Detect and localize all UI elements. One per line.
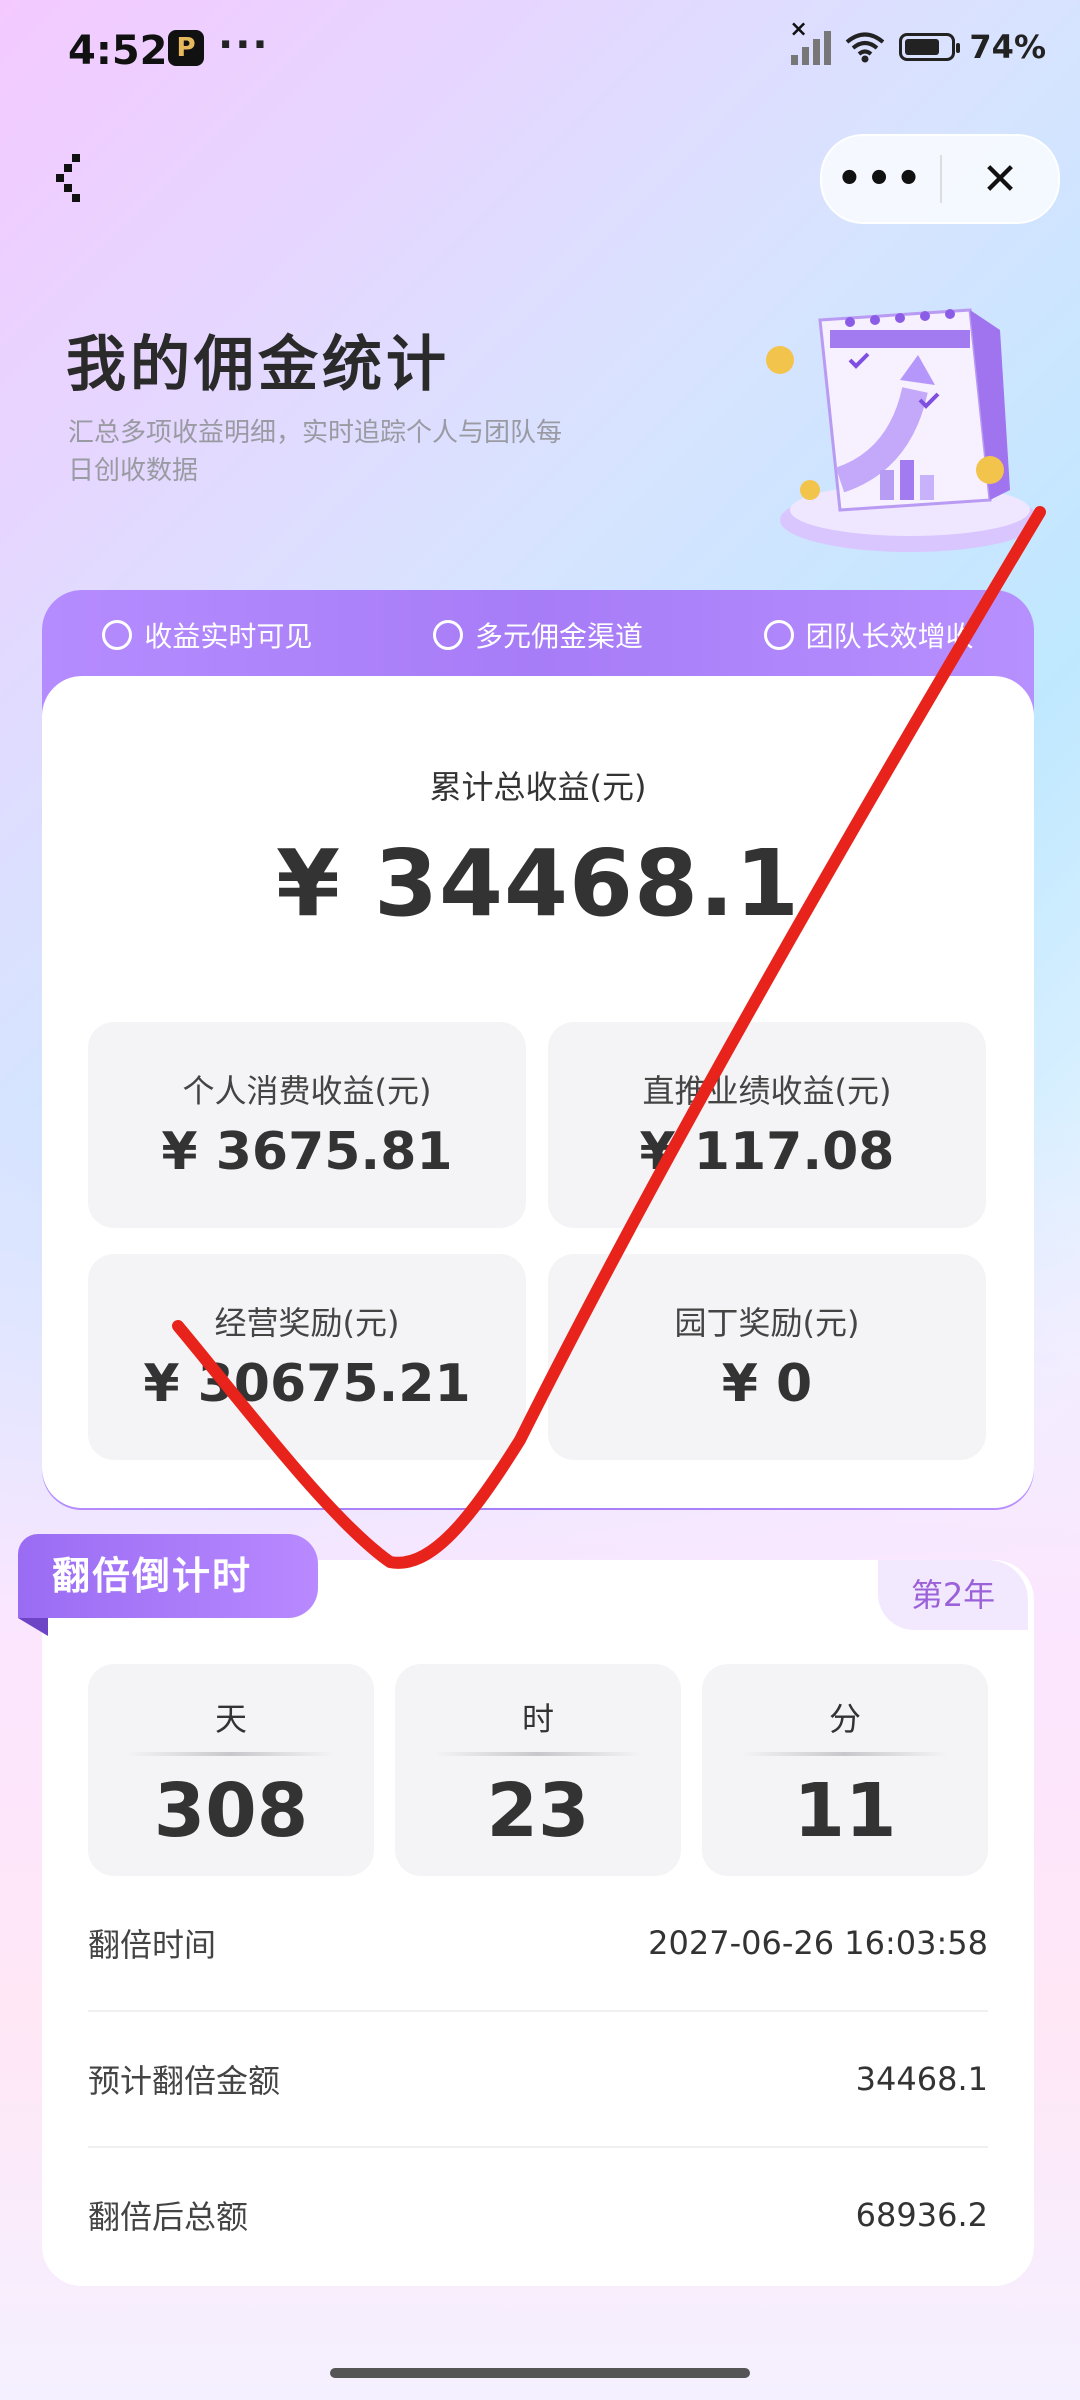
more-button[interactable]: ••• (822, 156, 940, 202)
status-more-icon: ··· (218, 22, 270, 68)
countdown-divider (742, 1752, 948, 1756)
close-button[interactable]: ✕ (942, 154, 1058, 205)
battery-percent: 74% (969, 28, 1046, 66)
countdown-number: 11 (793, 1768, 897, 1854)
feature-item: 收益实时可见 (102, 615, 312, 655)
feature-label: 收益实时可见 (144, 620, 313, 653)
countdown-badge: 翻倍倒计时 (18, 1534, 318, 1618)
row-value: 34468.1 (855, 2060, 988, 2098)
countdown-number: 308 (153, 1768, 309, 1854)
countdown-divider (435, 1752, 641, 1756)
countdown-number: 23 (486, 1768, 590, 1854)
countdown-minutes: 分 11 (702, 1664, 988, 1876)
row-label: 翻倍后总额 (88, 2198, 249, 2236)
feature-label: 团队长效增收 (805, 620, 974, 653)
feature-item: 团队长效增收 (763, 615, 974, 655)
back-icon[interactable] (52, 150, 92, 210)
total-earnings-value: ¥ 34468.1 (275, 830, 801, 937)
stat-card-direct: 直推业绩收益(元) ¥ 117.08 (548, 1022, 986, 1228)
stat-card-operation: 经营奖励(元) ¥ 30675.21 (88, 1254, 526, 1460)
stat-value: ¥ 0 (721, 1354, 813, 1414)
refresh-clock-icon (763, 620, 794, 650)
row-label: 翻倍时间 (88, 1926, 217, 1964)
clock-icon (102, 620, 133, 650)
total-earnings-label: 累计总收益(元) (429, 768, 647, 806)
stat-label: 经营奖励(元) (214, 1304, 400, 1342)
feature-item: 多元佣金渠道 (432, 615, 643, 655)
stat-value: ¥ 3675.81 (161, 1122, 453, 1182)
stat-card-gardener: 园丁奖励(元) ¥ 0 (548, 1254, 986, 1460)
network-icon (432, 620, 463, 650)
countdown-divider (128, 1752, 334, 1756)
home-indicator[interactable] (330, 2368, 750, 2378)
row-label: 预计翻倍金额 (88, 2062, 281, 2100)
page-subtitle: 汇总多项收益明细，实时追踪个人与团队每日创收数据 (68, 418, 563, 486)
info-row-total-after: 翻倍后总额 68936.2 (88, 2148, 988, 2282)
app-notification-icon: P (168, 30, 204, 66)
stat-label: 直推业绩收益(元) (642, 1072, 892, 1110)
countdown-unit: 分 (828, 1700, 861, 1738)
feature-strip: 收益实时可见 多元佣金渠道 团队长效增收 (42, 590, 1034, 680)
countdown-unit: 天 (214, 1700, 247, 1738)
info-row-expected-amount: 预计翻倍金额 34468.1 (88, 2012, 988, 2146)
signal-icon: × (789, 17, 832, 65)
feature-label: 多元佣金渠道 (474, 620, 643, 653)
countdown-days: 天 308 (88, 1664, 374, 1876)
stat-label: 园丁奖励(元) (674, 1304, 860, 1342)
status-time: 4:52 (68, 28, 168, 74)
battery-icon (899, 33, 961, 61)
stat-card-personal: 个人消费收益(元) ¥ 3675.81 (88, 1022, 526, 1228)
stat-value: ¥ 117.08 (639, 1122, 895, 1182)
badge-fold (18, 1618, 48, 1636)
page-title: 我的佣金统计 (66, 330, 450, 400)
stat-label: 个人消费收益(元) (182, 1072, 432, 1110)
mini-program-capsule: ••• ✕ (820, 134, 1060, 224)
year-badge: 第2年 (878, 1560, 1028, 1630)
calendar-illustration-icon (766, 308, 1040, 552)
wifi-icon (846, 32, 885, 63)
status-indicators: × 74% (789, 17, 1046, 66)
countdown-hours: 时 23 (395, 1664, 681, 1876)
info-row-double-time: 翻倍时间 2027-06-26 16:03:58 (88, 1876, 988, 2010)
stat-value: ¥ 30675.21 (143, 1354, 471, 1414)
row-value: 2027-06-26 16:03:58 (648, 1924, 988, 1962)
countdown-unit: 时 (521, 1700, 554, 1738)
row-value: 68936.2 (855, 2196, 988, 2234)
